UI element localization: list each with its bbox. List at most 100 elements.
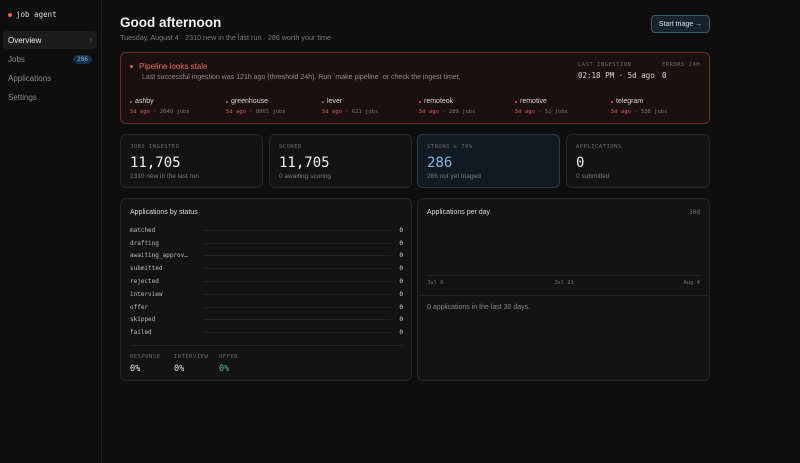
start-triage-button[interactable]: Start triage → [651, 15, 710, 33]
alert-dot-icon [130, 65, 133, 68]
status-bar [204, 242, 391, 244]
source-ago: 5d ago [226, 109, 246, 115]
chevron-right-icon: › [89, 36, 92, 44]
last-ingestion-value: 02:18 PM · 5d ago [578, 71, 655, 80]
rate-label: RESPONSE [130, 354, 161, 360]
stat-card-jobs-ingested: JOBS INGESTED 11,705 2310 new in the las… [120, 134, 263, 188]
source-jobs: 538 jobs [640, 109, 668, 115]
status-count: 0 [399, 303, 403, 311]
status-row: failed 0 [130, 326, 403, 339]
app-name: job agent [16, 10, 57, 19]
status-label: failed [130, 329, 152, 337]
rate-offer: OFFER 0% [219, 354, 238, 374]
stat-subtext: 0 awaiting scoring [279, 173, 332, 180]
source-item: lever 5d ago · 621 jobs [322, 98, 379, 115]
status-count: 0 [399, 316, 403, 324]
stat-label: APPLICATIONS [576, 144, 622, 150]
source-name: lever [327, 98, 343, 105]
app-root: job agent Overview › Jobs 286 Applicatio… [0, 0, 800, 463]
sidebar-item-label: Settings [8, 92, 37, 102]
jobs-count-badge: 286 [73, 54, 92, 64]
sidebar-item-label: Overview [8, 35, 42, 45]
rate-label: OFFER [219, 354, 239, 360]
stat-label: STRONG ≥ 70% [427, 144, 473, 150]
source-status-dot-icon [611, 100, 613, 103]
status-row: matched 0 [130, 224, 403, 237]
source-jobs: 52 jobs [544, 109, 568, 115]
empty-state-text: 0 applications in the last 30 days. [427, 304, 531, 311]
sidebar: job agent Overview › Jobs 286 Applicatio… [0, 0, 102, 463]
status-bar [204, 306, 391, 308]
status-label: submitted [130, 265, 163, 273]
stat-value: 11,705 [279, 155, 330, 171]
status-bar [204, 229, 391, 231]
source-status-dot-icon [322, 100, 324, 103]
source-jobs: 289 jobs [448, 109, 476, 115]
stat-card-strong[interactable]: STRONG ≥ 70% 286 286 not yet triaged [417, 134, 560, 188]
status-bar [204, 319, 391, 321]
last-ingestion-label: LAST INGESTION [578, 62, 632, 68]
status-row: rejected 0 [130, 275, 403, 288]
panel-title: Applications by status [130, 209, 198, 216]
status-row: offer 0 [130, 301, 403, 314]
rate-value: 0% [219, 364, 230, 374]
status-label: skipped [130, 316, 156, 324]
source-jobs: 621 jobs [351, 109, 379, 115]
stat-label: SCORED [279, 144, 302, 150]
source-ago: 5d ago [419, 109, 439, 115]
source-name: remotive [520, 98, 547, 105]
range-label: 30d [689, 209, 700, 216]
sidebar-item-applications[interactable]: Applications [3, 69, 97, 87]
status-count: 0 [399, 226, 403, 234]
app-logo[interactable]: job agent [8, 10, 57, 19]
status-label: drafting [130, 239, 159, 247]
source-ago: 5d ago [130, 109, 150, 115]
source-ago: 5d ago [515, 109, 535, 115]
source-list: ashby 5d ago · 2040 jobs greenhouse 5d a… [130, 98, 705, 120]
source-ago: 5d ago [322, 109, 342, 115]
errors-24h-label: ERRORS 24H [662, 62, 701, 68]
rate-value: 0% [174, 364, 185, 374]
status-label: rejected [130, 278, 159, 286]
rate-value: 0% [130, 364, 141, 374]
source-status-dot-icon [226, 100, 228, 103]
applications-by-status-panel: Applications by status matched 0 drafting… [120, 198, 412, 381]
source-item: ashby 5d ago · 2040 jobs [130, 98, 190, 115]
status-bar [204, 281, 391, 283]
rate-interview: INTERVIEW 0% [174, 354, 208, 374]
status-row: drafting 0 [130, 237, 403, 250]
status-label: offer [130, 303, 149, 311]
source-item: greenhouse 5d ago · 8065 jobs [226, 98, 286, 115]
status-bar [204, 293, 391, 295]
x-axis [427, 275, 701, 276]
source-name: telegram [616, 98, 644, 105]
status-label: matched [130, 226, 156, 234]
page-title: Good afternoon [120, 15, 222, 30]
sidebar-nav: Overview › Jobs 286 Applications Setting… [3, 31, 97, 107]
status-label: interview [130, 290, 163, 298]
stat-subtext: 2310 new in the last run [130, 173, 200, 180]
alert-message: Last successful ingestion was 121h ago (… [142, 74, 461, 81]
sidebar-item-settings[interactable]: Settings [3, 88, 97, 106]
status-row: skipped 0 [130, 314, 403, 327]
sidebar-item-overview[interactable]: Overview › [3, 31, 97, 49]
status-label: awaiting_approv… [130, 252, 188, 260]
status-bar [204, 255, 391, 257]
source-item: remoteok 5d ago · 289 jobs [419, 98, 476, 115]
stat-label: JOBS INGESTED [130, 144, 180, 150]
stat-value: 286 [427, 155, 453, 171]
rate-response: RESPONSE 0% [130, 354, 161, 374]
status-count: 0 [399, 265, 403, 273]
alert-title: Pipeline looks stale [139, 62, 208, 71]
source-item: telegram 5d ago · 538 jobs [611, 98, 668, 115]
source-name: remoteok [424, 98, 454, 105]
sidebar-item-jobs[interactable]: Jobs 286 [3, 50, 97, 68]
panel-divider [130, 345, 403, 346]
source-jobs: 8065 jobs [255, 109, 286, 115]
sidebar-item-label: Applications [8, 73, 52, 83]
stat-subtext: 286 not yet triaged [427, 173, 481, 180]
status-row: interview 0 [130, 288, 403, 301]
status-row: submitted 0 [130, 262, 403, 275]
source-name: ashby [135, 98, 154, 105]
chart-area [427, 223, 701, 275]
